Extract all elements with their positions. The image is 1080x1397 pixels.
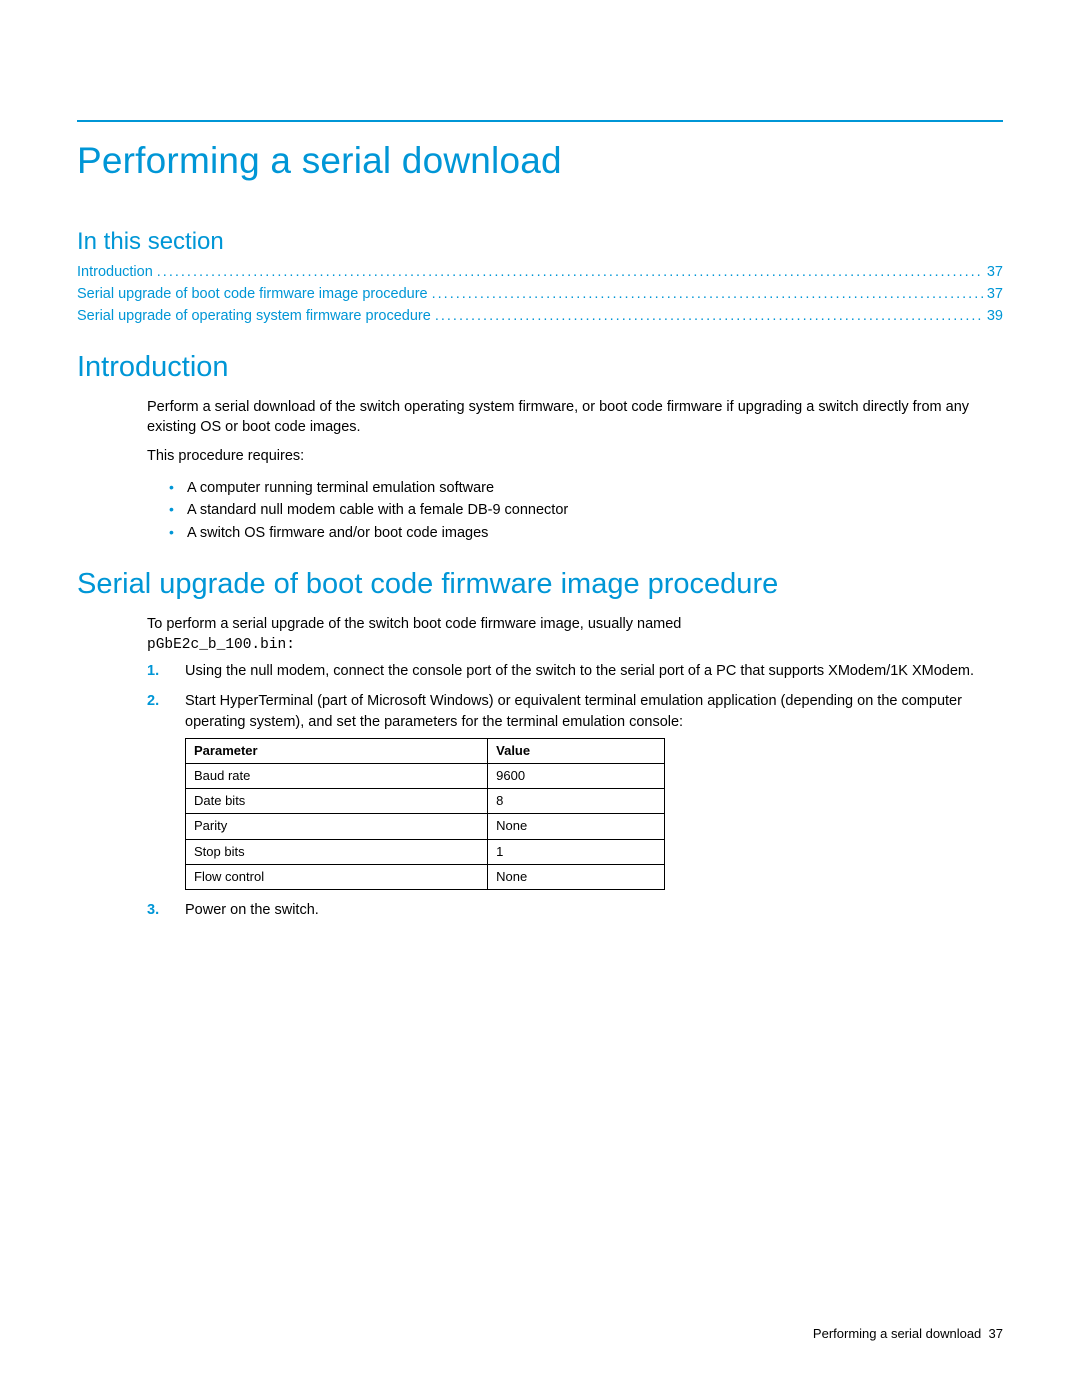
- toc-row[interactable]: Introduction 37: [77, 262, 1003, 284]
- title-rule: [77, 120, 1003, 122]
- procedure-filename: pGbE2c_b_100.bin:: [147, 637, 1003, 653]
- table-header: Parameter: [186, 738, 488, 763]
- table-cell: Parity: [186, 814, 488, 839]
- toc-page: 37: [987, 262, 1003, 284]
- intro-paragraph: Perform a serial download of the switch …: [147, 398, 1003, 437]
- toc-leader: [432, 284, 983, 306]
- introduction-body: Perform a serial download of the switch …: [77, 398, 1003, 544]
- page-footer: Performing a serial download 37: [813, 1326, 1003, 1341]
- step-item: Power on the switch.: [147, 900, 1003, 920]
- procedure-lead: To perform a serial upgrade of the switc…: [147, 615, 1003, 635]
- toc-row[interactable]: Serial upgrade of boot code firmware ima…: [77, 284, 1003, 306]
- toc-leader: [157, 262, 983, 284]
- table-row: Baud rate 9600: [186, 763, 665, 788]
- table-cell: 1: [488, 839, 665, 864]
- table-cell: None: [488, 814, 665, 839]
- parameters-table: Parameter Value Baud rate 9600 Date bits…: [185, 738, 665, 890]
- toc-label: Introduction: [77, 262, 153, 284]
- table-row: Stop bits 1: [186, 839, 665, 864]
- footer-page-number: 37: [989, 1326, 1003, 1341]
- toc-label: Serial upgrade of operating system firmw…: [77, 306, 431, 328]
- toc-label: Serial upgrade of boot code firmware ima…: [77, 284, 428, 306]
- toc-page: 39: [987, 306, 1003, 328]
- procedure-steps: Using the null modem, connect the consol…: [147, 661, 1003, 920]
- procedure-heading: Serial upgrade of boot code firmware ima…: [77, 568, 1003, 601]
- list-item: A computer running terminal emulation so…: [169, 477, 1003, 499]
- in-this-section-heading: In this section: [77, 228, 1003, 256]
- table-header: Value: [488, 738, 665, 763]
- document-page: Performing a serial download In this sec…: [0, 0, 1080, 1397]
- table-header-row: Parameter Value: [186, 738, 665, 763]
- table-cell: Stop bits: [186, 839, 488, 864]
- intro-requires: This procedure requires:: [147, 447, 1003, 467]
- table-cell: Date bits: [186, 789, 488, 814]
- procedure-body: To perform a serial upgrade of the switc…: [77, 615, 1003, 920]
- toc-row[interactable]: Serial upgrade of operating system firmw…: [77, 306, 1003, 328]
- introduction-heading: Introduction: [77, 351, 1003, 384]
- toc-leader: [435, 306, 983, 328]
- footer-text: Performing a serial download: [813, 1326, 981, 1341]
- page-title: Performing a serial download: [77, 140, 1003, 182]
- step-item: Using the null modem, connect the consol…: [147, 661, 1003, 681]
- step-text: Start HyperTerminal (part of Microsoft W…: [185, 693, 962, 729]
- step-item: Start HyperTerminal (part of Microsoft W…: [147, 691, 1003, 890]
- requirements-list: A computer running terminal emulation so…: [147, 477, 1003, 544]
- table-cell: 8: [488, 789, 665, 814]
- list-item: A standard null modem cable with a femal…: [169, 499, 1003, 521]
- table-cell: Baud rate: [186, 763, 488, 788]
- toc-page: 37: [987, 284, 1003, 306]
- table-cell: None: [488, 864, 665, 889]
- table-cell: 9600: [488, 763, 665, 788]
- list-item: A switch OS firmware and/or boot code im…: [169, 522, 1003, 544]
- table-row: Parity None: [186, 814, 665, 839]
- table-row: Date bits 8: [186, 789, 665, 814]
- table-cell: Flow control: [186, 864, 488, 889]
- table-row: Flow control None: [186, 864, 665, 889]
